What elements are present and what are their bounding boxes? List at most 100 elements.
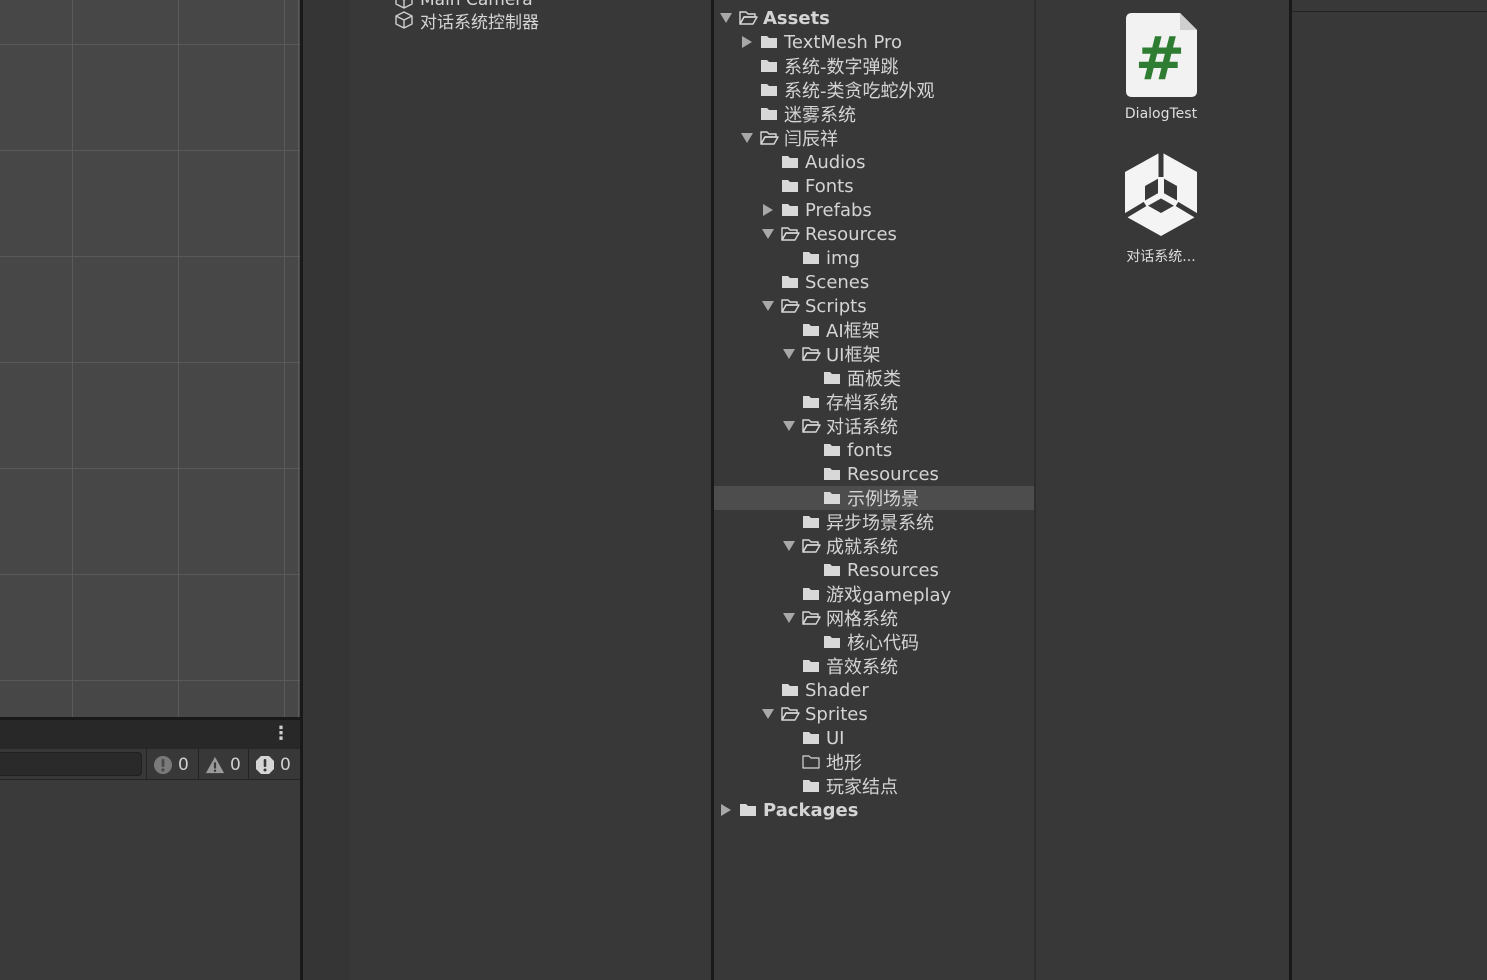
folder-tree-item[interactable]: 闫辰祥: [714, 126, 1034, 150]
hierarchy-item[interactable]: 对话系统控制器: [394, 8, 539, 33]
folder-tree-item[interactable]: 系统-数字弹跳: [714, 54, 1034, 78]
folder-icon: [803, 324, 819, 336]
console-info-toggle[interactable]: 0: [146, 749, 198, 780]
console-log-area[interactable]: [0, 780, 300, 980]
folder-tree-item[interactable]: Scenes: [714, 270, 1034, 294]
folder-tree-item[interactable]: Packages: [714, 798, 1034, 822]
folder-tree-item[interactable]: 音效系统: [714, 654, 1034, 678]
folder-tree-item[interactable]: AI框架: [714, 318, 1034, 342]
folder-tree-item-label: 音效系统: [826, 657, 898, 678]
arrow-spacer: [783, 395, 795, 409]
folder-icon: [782, 276, 798, 288]
arrow-spacer: [783, 323, 795, 337]
asset-item[interactable]: # DialogTest: [1106, 12, 1216, 122]
folder-tree-item[interactable]: 游戏gameplay: [714, 582, 1034, 606]
asset-item[interactable]: 对话系统...: [1106, 150, 1216, 266]
scene-view[interactable]: [0, 0, 300, 717]
folder-tree-item[interactable]: fonts: [714, 438, 1034, 462]
folder-tree-item[interactable]: UI: [714, 726, 1034, 750]
folder-tree-item[interactable]: 迷雾系统: [714, 102, 1034, 126]
hierarchy-panel[interactable]: Main Camera 对话系统控制器: [350, 0, 711, 980]
expand-arrow-down-icon[interactable]: [783, 611, 795, 625]
folder-icon: [824, 492, 840, 504]
folder-open-icon: [760, 131, 779, 145]
expand-arrow-down-icon[interactable]: [720, 11, 732, 25]
console-error-toggle[interactable]: 0: [248, 749, 300, 780]
arrow-spacer: [804, 443, 816, 457]
expand-arrow-down-icon[interactable]: [762, 707, 774, 721]
folder-tree-item[interactable]: 成就系统: [714, 534, 1034, 558]
project-asset-grid[interactable]: # DialogTest 对话系统...: [1036, 0, 1289, 980]
folder-tree-item[interactable]: 异步场景系统: [714, 510, 1034, 534]
arrow-spacer: [783, 587, 795, 601]
folder-tree-item[interactable]: 网格系统: [714, 606, 1034, 630]
folder-icon: [824, 636, 840, 648]
arrow-spacer: [783, 515, 795, 529]
kebab-menu-icon[interactable]: ⋮: [272, 722, 290, 746]
folder-tree-item[interactable]: 示例场景: [714, 486, 1034, 510]
folder-tree-item[interactable]: Resources: [714, 222, 1034, 246]
folder-tree-item-label: 示例场景: [847, 489, 919, 510]
folder-tree-item[interactable]: Prefabs: [714, 198, 1034, 222]
folder-tree-item-label: Resources: [805, 223, 897, 245]
folder-tree-item-label: Sprites: [805, 703, 868, 725]
folder-tree-item[interactable]: img: [714, 246, 1034, 270]
folder-tree-item[interactable]: 地形: [714, 750, 1034, 774]
asset-label: DialogTest: [1124, 106, 1198, 122]
expand-arrow-down-icon[interactable]: [783, 539, 795, 553]
folder-tree-item-label: Packages: [763, 799, 859, 821]
folder-tree-item[interactable]: 核心代码: [714, 630, 1034, 654]
folder-tree-item[interactable]: Sprites: [714, 702, 1034, 726]
folder-tree-item[interactable]: Resources: [714, 462, 1034, 486]
expand-arrow-right-icon[interactable]: [720, 803, 732, 817]
folder-tree-item-label: 存档系统: [826, 393, 898, 414]
folder-open-icon: [802, 539, 821, 553]
gameobject-cube-icon: [395, 11, 413, 29]
arrow-spacer: [783, 659, 795, 673]
folder-tree-item-label: Prefabs: [805, 199, 872, 221]
expand-arrow-right-icon[interactable]: [762, 203, 774, 217]
expand-arrow-down-icon[interactable]: [762, 227, 774, 241]
folder-icon: [761, 84, 777, 96]
folder-tree-item-label: 系统-类贪吃蛇外观: [784, 81, 935, 102]
folder-open-icon: [781, 299, 800, 313]
console-search-input[interactable]: [0, 752, 142, 776]
arrow-spacer: [741, 107, 753, 121]
folder-tree-item-label: 异步场景系统: [826, 513, 934, 534]
folder-tree-item[interactable]: Fonts: [714, 174, 1034, 198]
folder-tree-item-label: Resources: [847, 463, 939, 485]
folder-tree-item-label: img: [826, 247, 860, 269]
folder-tree-item[interactable]: 存档系统: [714, 390, 1034, 414]
folder-icon: [803, 396, 819, 408]
folder-tree-item-label: Fonts: [805, 175, 854, 197]
expand-arrow-down-icon[interactable]: [762, 299, 774, 313]
inspector-panel[interactable]: [1292, 0, 1487, 980]
expand-arrow-right-icon[interactable]: [741, 35, 753, 49]
folder-tree-item[interactable]: Resources: [714, 558, 1034, 582]
folder-open-icon: [781, 707, 800, 721]
folder-tree-item[interactable]: Audios: [714, 150, 1034, 174]
folder-tree-item[interactable]: Assets: [714, 6, 1034, 30]
folder-tree-item[interactable]: 对话系统: [714, 414, 1034, 438]
folder-tree-item[interactable]: UI框架: [714, 342, 1034, 366]
folder-tree-item-label: AI框架: [826, 321, 880, 342]
expand-arrow-down-icon[interactable]: [783, 419, 795, 433]
warning-icon: [205, 755, 225, 775]
folder-tree-item[interactable]: 面板类: [714, 366, 1034, 390]
expand-arrow-down-icon[interactable]: [783, 347, 795, 361]
folder-tree-item[interactable]: 系统-类贪吃蛇外观: [714, 78, 1034, 102]
folder-tree-item-label: UI: [826, 727, 845, 749]
folder-tree-item[interactable]: Shader: [714, 678, 1034, 702]
folder-tree-item[interactable]: Scripts: [714, 294, 1034, 318]
folder-tree-item-label: Shader: [805, 679, 869, 701]
folder-open-icon: [802, 347, 821, 361]
project-folder-tree[interactable]: Assets TextMesh Pro 系统-数字弹跳系统-类贪吃蛇外观 迷雾系统 闫辰…: [714, 0, 1034, 980]
console-warning-toggle[interactable]: 0: [198, 749, 248, 780]
arrow-spacer: [804, 635, 816, 649]
folder-icon: [761, 60, 777, 72]
folder-tree-item[interactable]: TextMesh Pro: [714, 30, 1034, 54]
expand-arrow-down-icon[interactable]: [741, 131, 753, 145]
folder-tree-item[interactable]: 玩家结点: [714, 774, 1034, 798]
arrow-spacer: [783, 779, 795, 793]
unity-scene-icon: [1123, 152, 1199, 236]
